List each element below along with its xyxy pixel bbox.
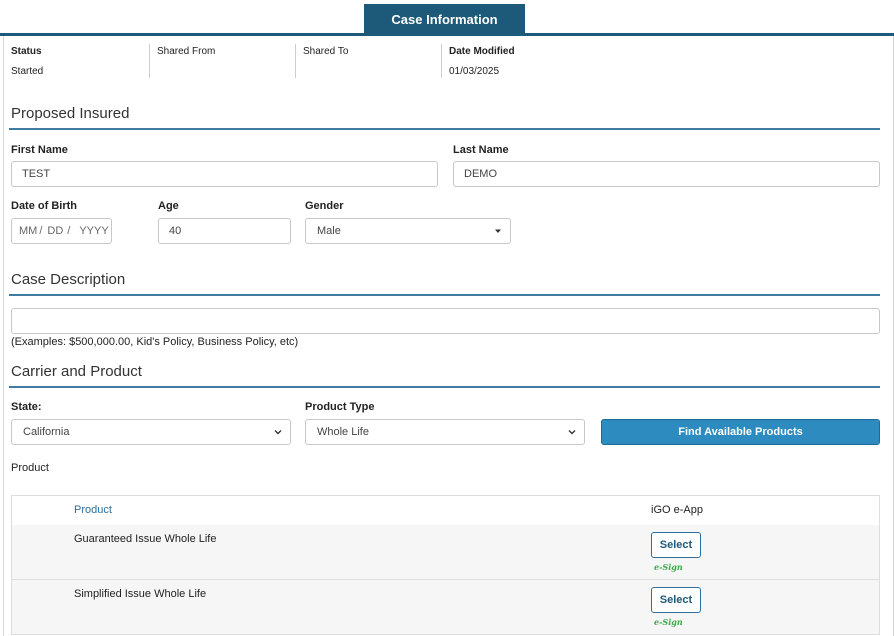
dob-day[interactable]: DD	[47, 225, 63, 237]
shared-from-label: Shared From	[157, 46, 216, 57]
status-field: Status Started	[11, 46, 141, 80]
product-type-select[interactable]: Whole Life	[305, 419, 585, 445]
dob-separator: /	[39, 225, 43, 237]
table-row: Simplified Issue Whole Life Select e-Sig…	[12, 580, 879, 635]
state-label: State:	[11, 401, 42, 413]
gender-value: Male	[317, 225, 341, 237]
tab-bar: Case Information	[0, 0, 894, 36]
gender-label: Gender	[305, 200, 344, 212]
chevron-down-icon	[568, 430, 576, 435]
date-modified-value: 01/03/2025	[449, 66, 500, 77]
product-label: Product	[11, 462, 49, 474]
status-label: Status	[11, 46, 42, 57]
case-description-input[interactable]	[11, 308, 880, 334]
case-description-helper: (Examples: $500,000.00, Kid's Policy, Bu…	[11, 336, 299, 348]
tab-case-information[interactable]: Case Information	[364, 4, 525, 34]
product-name: Simplified Issue Whole Life	[74, 588, 207, 600]
status-divider	[149, 44, 150, 78]
state-value: California	[23, 426, 70, 438]
section-rule	[9, 386, 880, 388]
product-type-label: Product Type	[305, 401, 375, 413]
section-rule	[9, 294, 880, 296]
column-header-product[interactable]: Product	[74, 504, 112, 516]
shared-to-label: Shared To	[303, 46, 349, 57]
date-modified-label: Date Modified	[449, 46, 515, 57]
table-header: Product iGO e-App	[12, 496, 879, 526]
select-button[interactable]: Select	[651, 532, 701, 558]
first-name-label: First Name	[11, 144, 68, 156]
esign-badge: e-Sign	[654, 562, 683, 572]
caret-down-icon	[495, 229, 501, 233]
dob-label: Date of Birth	[11, 200, 77, 212]
last-name-label: Last Name	[453, 144, 509, 156]
table-row: Guaranteed Issue Whole Life Select e-Sig…	[12, 525, 879, 580]
dob-separator: /	[67, 225, 71, 237]
shared-to-field: Shared To	[303, 46, 433, 80]
product-name: Guaranteed Issue Whole Life	[74, 533, 217, 545]
select-button[interactable]: Select	[651, 587, 701, 613]
status-value: Started	[11, 66, 44, 77]
state-select[interactable]: California	[11, 419, 291, 445]
gender-select[interactable]: Male	[305, 218, 511, 244]
section-title-case-description: Case Description	[11, 271, 126, 288]
dob-year[interactable]: YYYY	[79, 225, 108, 237]
section-title-carrier-product: Carrier and Product	[11, 363, 142, 380]
first-name-input[interactable]	[11, 161, 438, 187]
product-table: Product iGO e-App Guaranteed Issue Whole…	[11, 495, 880, 635]
status-divider	[441, 44, 442, 78]
date-modified-field: Date Modified 01/03/2025	[449, 46, 579, 80]
dob-input[interactable]: MM / DD / YYYY	[11, 218, 112, 244]
product-type-value: Whole Life	[317, 426, 369, 438]
section-title-proposed-insured: Proposed Insured	[11, 105, 130, 122]
age-label: Age	[158, 200, 179, 212]
status-divider	[295, 44, 296, 78]
find-available-products-button[interactable]: Find Available Products	[601, 419, 880, 445]
age-input[interactable]	[158, 218, 291, 244]
esign-badge: e-Sign	[654, 617, 683, 627]
column-header-igo-eapp: iGO e-App	[651, 504, 703, 516]
section-rule	[9, 128, 880, 130]
dob-month[interactable]: MM	[19, 225, 37, 237]
last-name-input[interactable]	[453, 161, 880, 187]
chevron-down-icon	[274, 430, 282, 435]
shared-from-field: Shared From	[157, 46, 287, 80]
